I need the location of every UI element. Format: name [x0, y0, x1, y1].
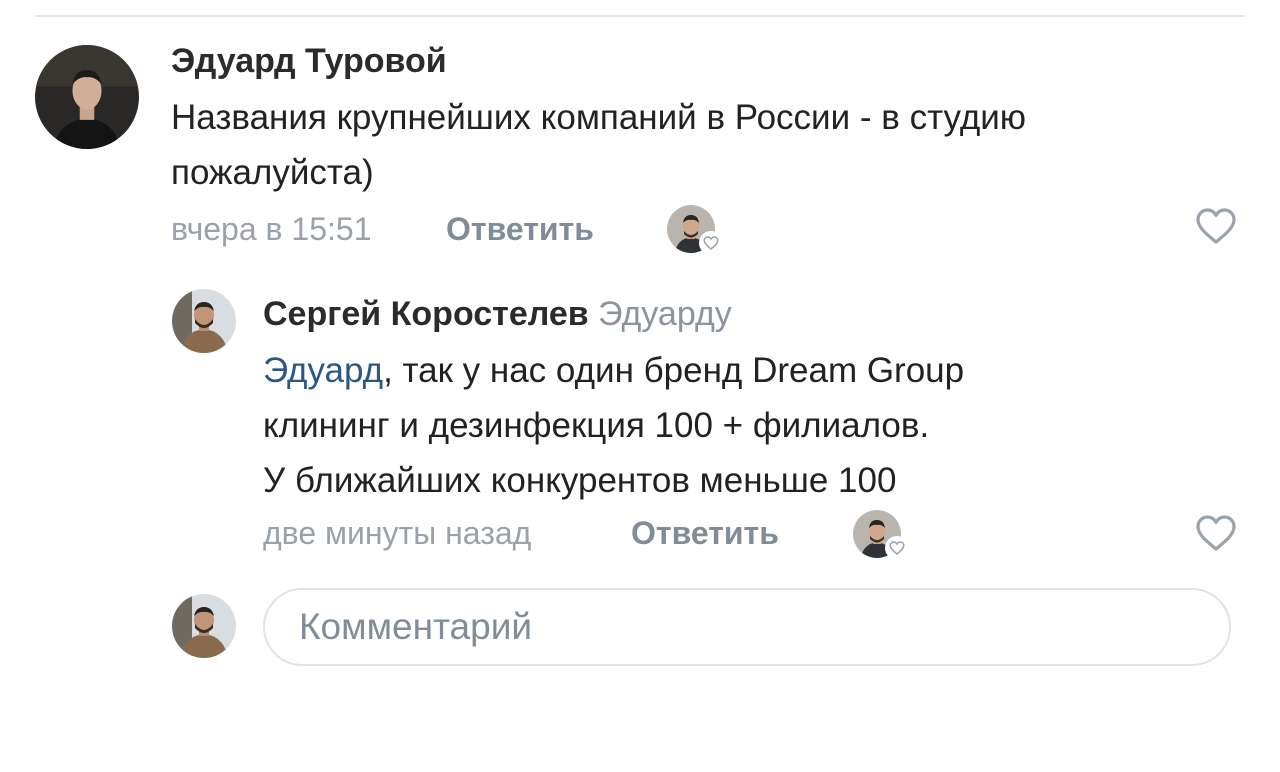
- reply-button[interactable]: Ответить: [631, 515, 779, 552]
- small-heart-icon: [885, 536, 909, 560]
- small-heart-icon: [699, 231, 723, 255]
- heart-outline-icon: [1196, 515, 1236, 551]
- comment-text-line: пожалуйста): [171, 153, 374, 192]
- reply-author-line: Сергей Коростелев Эдуарду: [263, 295, 732, 334]
- reply-addressee[interactable]: Эдуарду: [598, 295, 732, 333]
- reply-author-name[interactable]: Сергей Коростелев: [263, 295, 589, 333]
- reply-text-line: Эдуард, так у нас один бренд Dream Group: [263, 343, 964, 398]
- comment-text-line: Названия крупнейших компаний в России - …: [171, 98, 1027, 137]
- like-button[interactable]: [1194, 206, 1238, 246]
- comment-input-placeholder: Комментарий: [299, 606, 533, 647]
- reply-button[interactable]: Ответить: [446, 211, 594, 248]
- avatar-comment-author[interactable]: [35, 45, 139, 149]
- mention-link[interactable]: Эдуард: [263, 351, 383, 390]
- avatar-reply-author[interactable]: [172, 289, 236, 353]
- reply-text-line: клининг и дезинфекция 100 + филиалов.: [263, 406, 930, 445]
- comment-author-name[interactable]: Эдуард Туровой: [171, 42, 447, 81]
- top-divider: [35, 15, 1245, 17]
- avatar-current-user: [172, 594, 236, 658]
- reply-text-fragment: , так у нас один бренд Dream Group: [383, 351, 965, 390]
- heart-outline-icon: [1196, 208, 1236, 244]
- comment-input[interactable]: Комментарий: [263, 588, 1231, 666]
- comment-text: Названия крупнейших компаний в России - …: [171, 90, 1026, 200]
- liked-by-avatar[interactable]: [853, 510, 909, 562]
- liked-by-avatar[interactable]: [667, 205, 723, 257]
- comment-timestamp[interactable]: вчера в 15:51: [171, 211, 371, 248]
- reply-text-line: У ближайших конкурентов меньше 100: [263, 461, 897, 500]
- like-button[interactable]: [1194, 513, 1238, 553]
- reply-timestamp[interactable]: две минуты назад: [263, 515, 531, 552]
- reply-text: Эдуард, так у нас один бренд Dream Group…: [263, 343, 964, 508]
